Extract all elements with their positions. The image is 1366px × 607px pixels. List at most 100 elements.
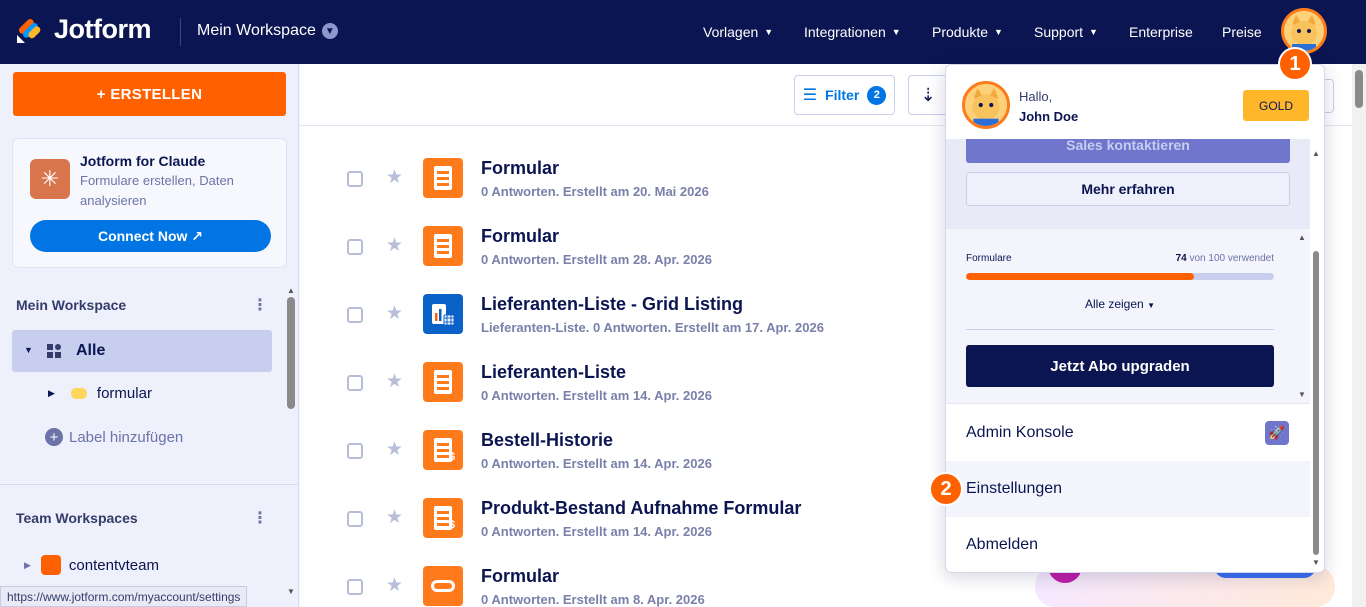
usage-used: 74 xyxy=(1175,253,1187,264)
form-row[interactable]: ★ $ Bestell-Historie 0 Antworten. Erstel… xyxy=(300,410,960,478)
claude-promo-subtitle: Formulare erstellen, Daten analysieren xyxy=(80,173,234,208)
grid-shapes-icon xyxy=(47,344,61,358)
plus-circle-icon: + xyxy=(45,428,63,446)
menu-item-label: Admin Konsole xyxy=(966,424,1074,441)
logout-menu-item[interactable]: Abmelden xyxy=(946,517,1310,572)
star-icon[interactable]: ★ xyxy=(386,574,403,597)
sidebar-scrollbar[interactable] xyxy=(287,297,295,409)
kebab-menu-icon[interactable]: ⋮ xyxy=(252,295,268,315)
add-label-button[interactable]: + Label hinzufügen xyxy=(45,428,183,446)
usage-progress-fill xyxy=(966,273,1194,280)
caret-right-icon: ▶ xyxy=(48,388,55,398)
filter-icon: ☰ xyxy=(802,87,818,104)
menu-item-label: Einstellungen xyxy=(966,480,1063,497)
form-title[interactable]: Lieferanten-Liste - Grid Listing xyxy=(481,294,743,315)
nav-support[interactable]: Support ▼ xyxy=(1034,24,1098,40)
form-row[interactable]: ★ Formular 0 Antworten. Erstellt am 20. … xyxy=(300,138,960,206)
usage-progress-bar xyxy=(966,273,1274,280)
star-icon[interactable]: ★ xyxy=(386,234,403,257)
star-icon[interactable]: ★ xyxy=(386,166,403,189)
caret-right-icon: ▶ xyxy=(24,559,31,570)
form-title[interactable]: Produkt-Bestand Aufnahme Formular xyxy=(481,498,801,519)
nav-label: Produkte xyxy=(932,24,989,40)
star-icon[interactable]: ★ xyxy=(386,438,403,461)
form-title[interactable]: Formular xyxy=(481,226,559,247)
row-checkbox[interactable] xyxy=(347,307,363,323)
row-checkbox[interactable] xyxy=(347,579,363,595)
form-title[interactable]: Lieferanten-Liste xyxy=(481,362,626,383)
sidebar-item-contentvteam[interactable]: ▶ contentvteam xyxy=(24,555,159,575)
plan-badge[interactable]: GOLD xyxy=(1243,90,1309,121)
greeting-text: Hallo, xyxy=(1019,89,1053,104)
dropdown-user-header: Hallo, John Doe GOLD xyxy=(946,65,1324,139)
scroll-up-arrow-icon[interactable]: ▲ xyxy=(1312,149,1320,158)
row-checkbox[interactable] xyxy=(347,171,363,187)
upgrade-plan-button[interactable]: Jetzt Abo upgraden xyxy=(966,345,1274,387)
star-icon[interactable]: ★ xyxy=(386,302,403,325)
form-title[interactable]: Bestell-Historie xyxy=(481,430,613,451)
star-icon[interactable]: ★ xyxy=(386,506,403,529)
star-icon[interactable]: ★ xyxy=(386,370,403,393)
form-icon xyxy=(423,362,463,402)
jotform-logo[interactable]: Jotform xyxy=(14,14,152,45)
form-title[interactable]: Formular xyxy=(481,566,559,587)
nav-enterprise[interactable]: Enterprise xyxy=(1129,24,1193,40)
filter-button[interactable]: ☰ Filter 2 xyxy=(794,75,895,115)
scroll-up-arrow-icon[interactable]: ▲ xyxy=(287,286,295,295)
form-row[interactable]: ★ Formular 0 Antworten. Erstellt am 28. … xyxy=(300,206,960,274)
form-title[interactable]: Formular xyxy=(481,158,559,179)
nav-label: Support xyxy=(1034,24,1084,40)
page-scrollbar-track[interactable] xyxy=(1352,64,1366,607)
show-all-label: Alle zeigen xyxy=(1085,297,1144,311)
row-checkbox[interactable] xyxy=(347,443,363,459)
payment-form-icon: $ xyxy=(423,498,463,538)
connect-now-button[interactable]: Connect Now ↗ xyxy=(30,220,271,252)
settings-menu-item[interactable]: Einstellungen xyxy=(946,461,1310,517)
filter-label: Filter xyxy=(825,87,860,103)
filter-count-badge: 2 xyxy=(867,85,887,105)
page-scrollbar-thumb[interactable] xyxy=(1355,70,1363,108)
nav-preise[interactable]: Preise xyxy=(1222,24,1262,40)
row-checkbox[interactable] xyxy=(347,511,363,527)
form-row[interactable]: ★ Lieferanten-Liste 0 Antworten. Erstell… xyxy=(300,342,960,410)
show-all-button[interactable]: Alle zeigen ▼ xyxy=(946,297,1294,311)
scroll-up-arrow-icon[interactable]: ▲ xyxy=(1298,233,1306,242)
scroll-down-arrow-icon[interactable]: ▼ xyxy=(1312,558,1320,567)
sidebar-item-formular[interactable]: ▶ formular xyxy=(48,385,152,402)
nav-label: Integrationen xyxy=(804,24,886,40)
user-avatar-button[interactable] xyxy=(1281,8,1327,54)
jotform-logo-text: Jotform xyxy=(54,14,152,44)
sidebar-item-all[interactable]: ▼ Alle xyxy=(12,330,272,372)
admin-console-menu-item[interactable]: Admin Konsole 🚀 xyxy=(946,405,1310,461)
contact-sales-button[interactable]: Sales kontaktieren xyxy=(966,139,1290,163)
sidebar-item-label: formular xyxy=(96,385,152,402)
dropdown-scrollbar[interactable] xyxy=(1313,251,1319,555)
form-row[interactable]: ★ Lieferanten-Liste - Grid Listing Liefe… xyxy=(300,274,960,342)
row-checkbox[interactable] xyxy=(347,239,363,255)
create-button[interactable]: + ERSTELLEN xyxy=(13,72,286,116)
menu-item-label: Abmelden xyxy=(966,536,1039,553)
sort-button[interactable]: ⇣ xyxy=(908,75,948,115)
dropdown-divider xyxy=(946,403,1310,404)
scroll-down-arrow-icon[interactable]: ▼ xyxy=(1298,390,1306,399)
scroll-down-arrow-icon[interactable]: ▼ xyxy=(287,587,295,596)
kebab-menu-icon[interactable]: ⋮ xyxy=(252,508,268,528)
user-account-dropdown: Sales kontaktieren Mehr erfahren Hallo, … xyxy=(945,64,1325,573)
form-row[interactable]: ★ Formular 0 Antworten. Erstellt am 8. A… xyxy=(300,546,960,607)
form-subtitle: Lieferanten-Liste. 0 Antworten. Erstellt… xyxy=(481,320,824,335)
team-workspaces-title: Team Workspaces xyxy=(16,510,138,526)
chevron-down-icon: ▼ xyxy=(994,27,1003,37)
chevron-down-icon: ▼ xyxy=(321,23,338,39)
nav-produkte[interactable]: Produkte ▼ xyxy=(932,24,1003,40)
nav-vorlagen[interactable]: Vorlagen ▼ xyxy=(703,24,773,40)
chevron-down-icon: ▼ xyxy=(764,27,774,37)
form-icon xyxy=(423,158,463,198)
folder-icon xyxy=(70,388,87,399)
workspace-switcher[interactable]: Mein Workspace ▼ xyxy=(197,22,338,40)
nav-integrationen[interactable]: Integrationen ▼ xyxy=(804,24,901,40)
learn-more-button[interactable]: Mehr erfahren xyxy=(966,172,1290,206)
form-row[interactable]: ★ $ Produkt-Bestand Aufnahme Formular 0 … xyxy=(300,478,960,546)
form-subtitle: 0 Antworten. Erstellt am 14. Apr. 2026 xyxy=(481,388,712,403)
row-checkbox[interactable] xyxy=(347,375,363,391)
form-subtitle: 0 Antworten. Erstellt am 20. Mai 2026 xyxy=(481,184,709,199)
